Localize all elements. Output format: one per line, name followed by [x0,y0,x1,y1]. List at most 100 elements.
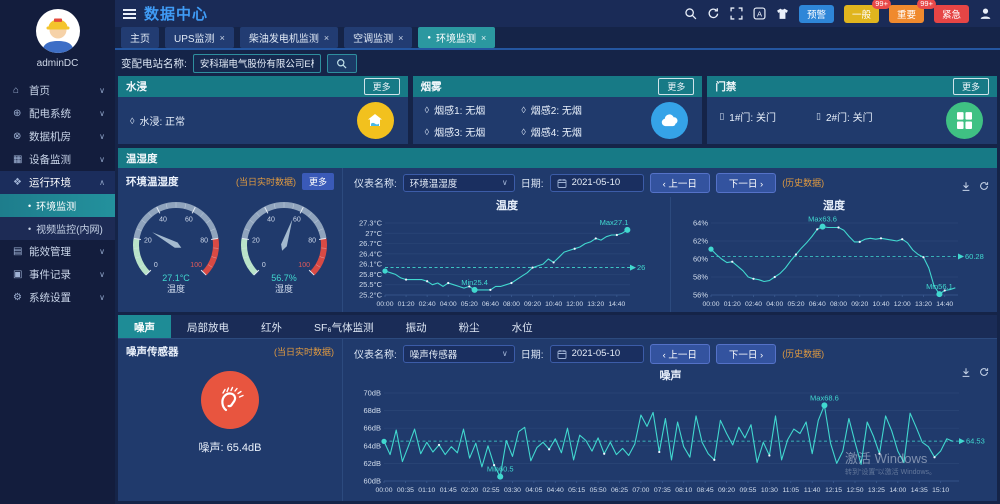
warning-badge[interactable]: 预警 [799,5,834,23]
droplet-icon: ◊ [521,127,525,137]
more-button[interactable]: 更多 [658,78,694,95]
svg-text:14:00: 14:00 [889,487,906,494]
svg-text:80: 80 [308,238,316,245]
bullet-icon: • [28,201,31,211]
sidebar-item-environment[interactable]: ❖运行环境∧ [0,171,115,194]
refresh-icon[interactable] [707,7,720,20]
noise-chart: 噪声 70dB68dB66dB64dB62dB60dB00:0000:3501:… [344,367,997,494]
svg-text:70dB: 70dB [363,389,381,398]
refresh-icon[interactable] [979,181,989,191]
download-icon[interactable] [961,367,971,377]
sidebar-item-device-monitor[interactable]: ▦设备监测∨ [0,148,115,171]
close-icon[interactable]: × [220,33,225,43]
menu-toggle-icon[interactable] [123,7,136,21]
ear-icon [201,371,259,429]
svg-text:25.8°C: 25.8°C [359,270,383,279]
prev-day-button[interactable]: ‹ 上一日 [650,173,710,193]
meter-select[interactable]: 噪声传感器∨ [403,345,515,363]
svg-text:14:40: 14:40 [608,301,625,308]
station-name-input[interactable] [193,54,321,73]
door-icon: ▯ [719,111,724,122]
svg-text:100: 100 [190,262,202,269]
prev-day-button[interactable]: ‹ 上一日 [650,344,710,364]
user-icon[interactable] [979,7,992,20]
download-icon[interactable] [961,181,971,191]
svg-text:62dB: 62dB [363,459,381,468]
svg-text:40: 40 [159,217,167,224]
svg-text:13:20: 13:20 [587,301,604,308]
chevron-down-icon: ∨ [99,247,105,256]
theme-icon[interactable] [776,7,789,20]
svg-text:Min25.4: Min25.4 [461,278,488,287]
svg-text:05:20: 05:20 [461,301,478,308]
tab-infrared[interactable]: 红外 [245,315,298,338]
smoke-status: ◊烟感2: 无烟 [521,102,616,117]
tab-diesel-monitor[interactable]: 柴油发电机监测× [240,27,338,48]
close-icon[interactable]: × [324,33,329,43]
smoke-status: ◊烟感4: 无烟 [521,124,616,139]
tab-sf6-gas[interactable]: SF₆气体监测 [298,315,390,338]
meter-select[interactable]: 环境温湿度∨ [403,174,515,192]
date-input[interactable]: 2021-05-10 [550,174,644,192]
tab-home[interactable]: 主页 [121,27,159,48]
more-button[interactable]: 更多 [302,173,334,190]
more-button[interactable]: 更多 [953,78,989,95]
sidebar-item-video-monitor[interactable]: •视频监控(内网) [0,217,115,240]
svg-text:Max27.1: Max27.1 [600,218,629,227]
events-icon: ▣ [13,269,29,280]
tab-ac-monitor[interactable]: 空调监测× [344,27,412,48]
chart-title: 湿度 [671,197,997,212]
station-filter: 变配电站名称: [121,52,1000,74]
noise-reading: 噪声: 65.4dB [118,439,342,455]
next-day-button[interactable]: 下一日 › [716,173,776,193]
translate-icon[interactable]: A [753,7,766,20]
tab-ups-monitor[interactable]: UPS监测× [165,27,234,48]
more-button[interactable]: 更多 [364,78,400,95]
search-icon[interactable] [684,7,697,20]
date-input[interactable]: 2021-05-10 [550,345,644,363]
page-title: 数据中心 [144,3,208,24]
svg-text:64.53: 64.53 [966,437,985,446]
next-day-button[interactable]: 下一日 › [716,344,776,364]
open-tabs: 主页 UPS监测× 柴油发电机监测× 空调监测× ●环境监测× [115,27,1000,50]
svg-text:06:25: 06:25 [610,487,627,494]
tab-noise[interactable]: 噪声 [118,315,171,338]
fullscreen-icon[interactable] [730,7,743,20]
svg-text:25.5°C: 25.5°C [359,280,383,289]
svg-text:66dB: 66dB [363,424,381,433]
sidebar-item-events[interactable]: ▣事件记录∨ [0,263,115,286]
chevron-up-icon: ∧ [99,178,105,187]
svg-text:26.7°C: 26.7°C [359,239,383,248]
close-icon[interactable]: × [481,33,486,43]
sidebar-item-settings[interactable]: ⚙系统设置∨ [0,286,115,309]
refresh-icon[interactable] [979,367,989,377]
section-title: 温湿度 [118,148,997,168]
search-button[interactable] [327,54,357,73]
device-monitor-icon: ▦ [13,154,29,165]
sidebar-item-env-monitor[interactable]: •环境监测 [0,194,115,217]
svg-text:10:30: 10:30 [760,487,777,494]
tab-dust[interactable]: 粉尘 [443,315,496,338]
tab-water-level[interactable]: 水位 [496,315,549,338]
svg-text:64dB: 64dB [363,441,381,450]
svg-text:56%: 56% [693,291,708,300]
avatar[interactable] [35,8,81,54]
svg-text:12:00: 12:00 [566,301,583,308]
tab-partial-discharge[interactable]: 局部放电 [171,315,245,338]
sidebar-item-energy[interactable]: ▤能效管理∨ [0,240,115,263]
svg-text:04:40: 04:40 [546,487,563,494]
svg-text:02:55: 02:55 [482,487,499,494]
svg-text:Max63.6: Max63.6 [808,215,837,224]
sidebar-item-home[interactable]: ⌂首页∨ [0,79,115,102]
tab-env-monitor[interactable]: ●环境监测× [418,27,495,48]
sidebar-item-power-system[interactable]: ⊕配电系统∨ [0,102,115,125]
svg-text:05:15: 05:15 [568,487,585,494]
history-link[interactable]: (历史数据) [782,347,824,360]
noise-sensor-panel: 噪声传感器 (当日实时数据) 噪声: 65.4dB [118,339,343,501]
urgent-alarm-badge[interactable]: 紧急 [934,5,969,23]
sidebar-item-data-room[interactable]: ⊗数据机房∨ [0,125,115,148]
door-status: ▯1#门: 关门 [719,109,814,124]
history-link[interactable]: (历史数据) [782,176,824,189]
tab-vibration[interactable]: 振动 [390,315,443,338]
close-icon[interactable]: × [398,33,403,43]
